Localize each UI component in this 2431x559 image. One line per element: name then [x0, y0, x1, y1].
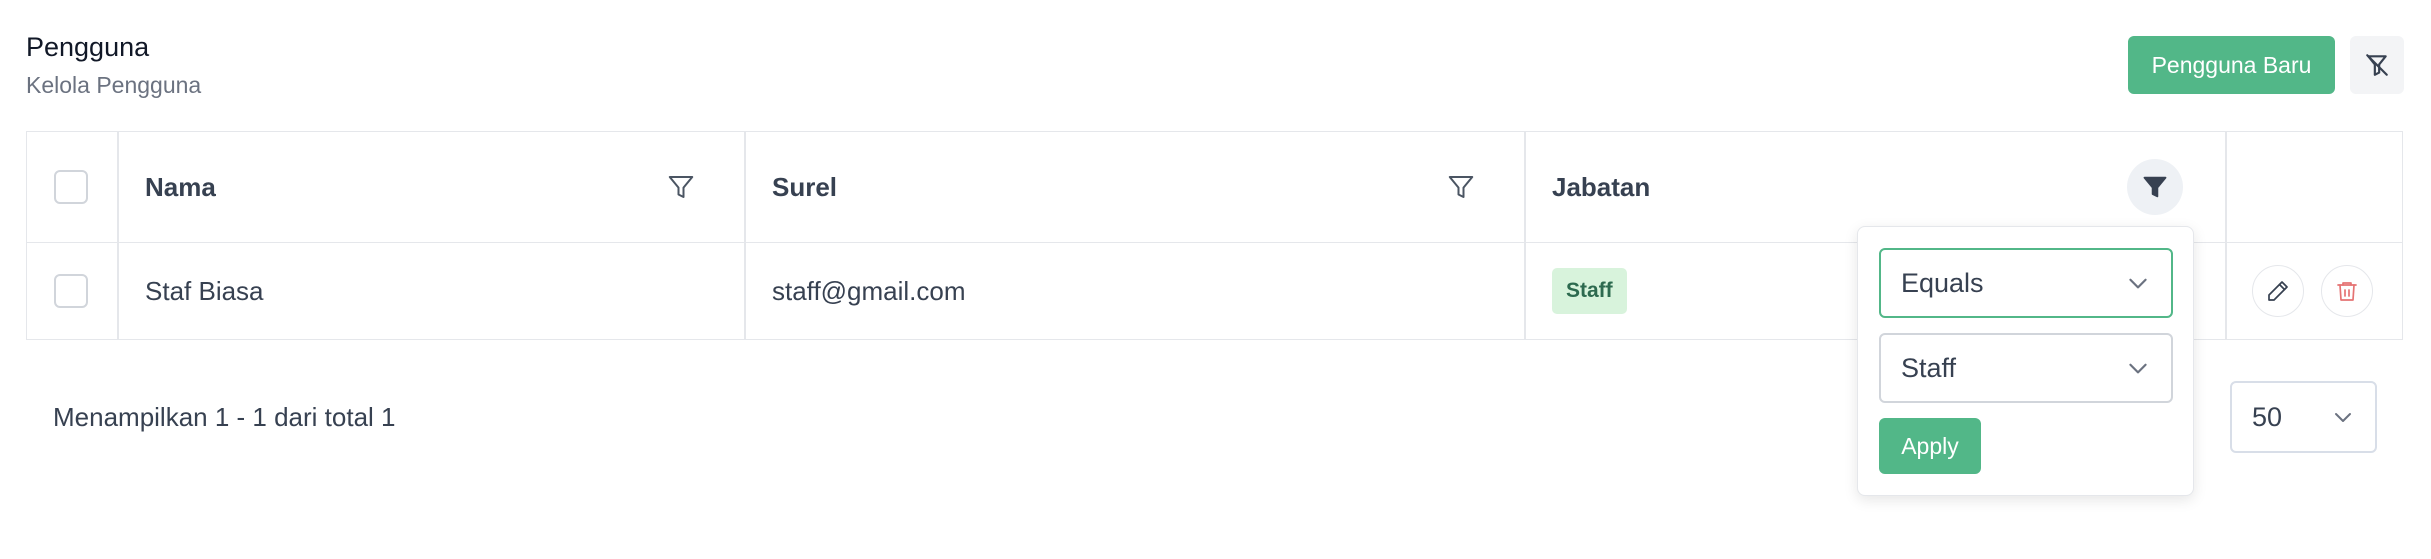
column-header-surel: Surel: [772, 171, 838, 202]
page-size-select[interactable]: 50: [2230, 381, 2377, 453]
surel-filter-button[interactable]: [1433, 159, 1489, 215]
filter-operator-select[interactable]: Equals: [1879, 248, 2173, 318]
page-subtitle: Kelola Pengguna: [26, 72, 202, 98]
edit-button[interactable]: [2252, 265, 2304, 317]
chevron-down-icon: [2129, 363, 2147, 374]
filter-operator-value: Equals: [1901, 267, 1984, 298]
filter-value-select[interactable]: Staff: [1879, 333, 2173, 403]
user-email: staff@gmail.com: [772, 275, 966, 306]
pencil-icon: [2268, 281, 2288, 301]
apply-filter-button[interactable]: Apply: [1879, 418, 1981, 474]
nama-filter-button[interactable]: [653, 159, 709, 215]
jabatan-filter-button[interactable]: [2127, 159, 2183, 215]
clear-filter-button[interactable]: [2350, 36, 2404, 94]
user-name: Staf Biasa: [145, 275, 264, 306]
page-title: Pengguna: [26, 32, 150, 62]
filter-popover: Equals Staff Apply: [1857, 226, 2194, 496]
chevron-down-icon: [2335, 413, 2351, 422]
chevron-down-icon: [2129, 278, 2147, 289]
delete-button[interactable]: [2321, 265, 2373, 317]
filter-off-icon: [2366, 54, 2388, 76]
row-checkbox[interactable]: [54, 274, 88, 308]
select-all-checkbox[interactable]: [54, 170, 88, 204]
new-user-button[interactable]: Pengguna Baru: [2128, 36, 2335, 94]
column-header-nama: Nama: [145, 171, 216, 202]
column-header-jabatan: Jabatan: [1552, 171, 1651, 202]
page-size-value: 50: [2252, 401, 2283, 432]
filter-icon: [2143, 176, 2167, 198]
filter-icon: [1448, 176, 1474, 198]
role-badge: Staff: [1552, 268, 1627, 314]
pagination-summary: Menampilkan 1 - 1 dari total 1: [53, 402, 396, 432]
trash-icon: [2337, 282, 2357, 301]
filter-value: Staff: [1901, 352, 1957, 383]
filter-icon: [668, 176, 694, 198]
